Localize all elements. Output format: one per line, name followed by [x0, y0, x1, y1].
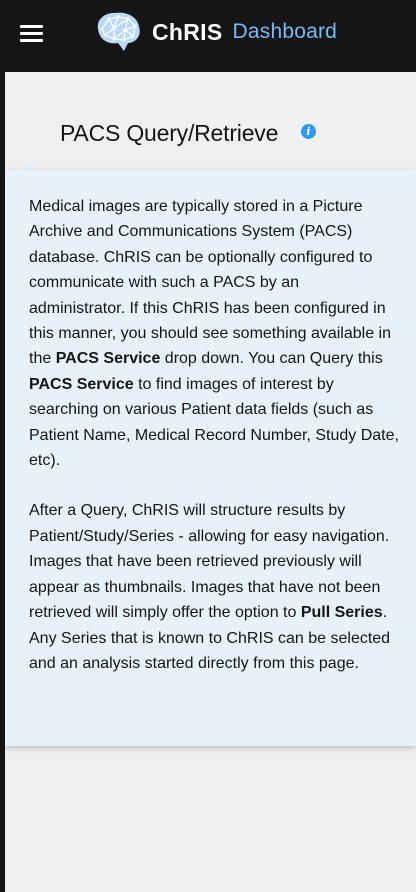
pacs-service-term: PACS Service — [55, 350, 161, 368]
popover-paragraph-1: Medical images are typically stored in a… — [29, 198, 399, 470]
popover-paragraph-2: After a Query, ChRIS will structure resu… — [29, 502, 391, 672]
hamburger-menu-icon[interactable] — [20, 24, 44, 44]
info-circle-icon[interactable]: i — [301, 124, 316, 139]
chris-brain-logo-icon — [97, 12, 140, 51]
masthead: ChRIS Dashboard — [0, 0, 416, 72]
pacs-service-term: PACS Service — [29, 375, 134, 393]
page-title: PACS Query/Retrieve — [60, 120, 279, 146]
info-popover: Medical images are typically stored in a… — [5, 170, 416, 746]
app-root: ChRIS Dashboard PACS Query/Retrieve i Me… — [0, 0, 416, 892]
popover-body: Medical images are typically stored in a… — [29, 194, 399, 676]
brand-subtitle: Dashboard — [232, 20, 338, 43]
pull-series-term: Pull Series — [300, 604, 383, 622]
brand-name: ChRIS — [152, 18, 223, 45]
brand-link[interactable]: ChRIS Dashboard — [92, 8, 337, 56]
